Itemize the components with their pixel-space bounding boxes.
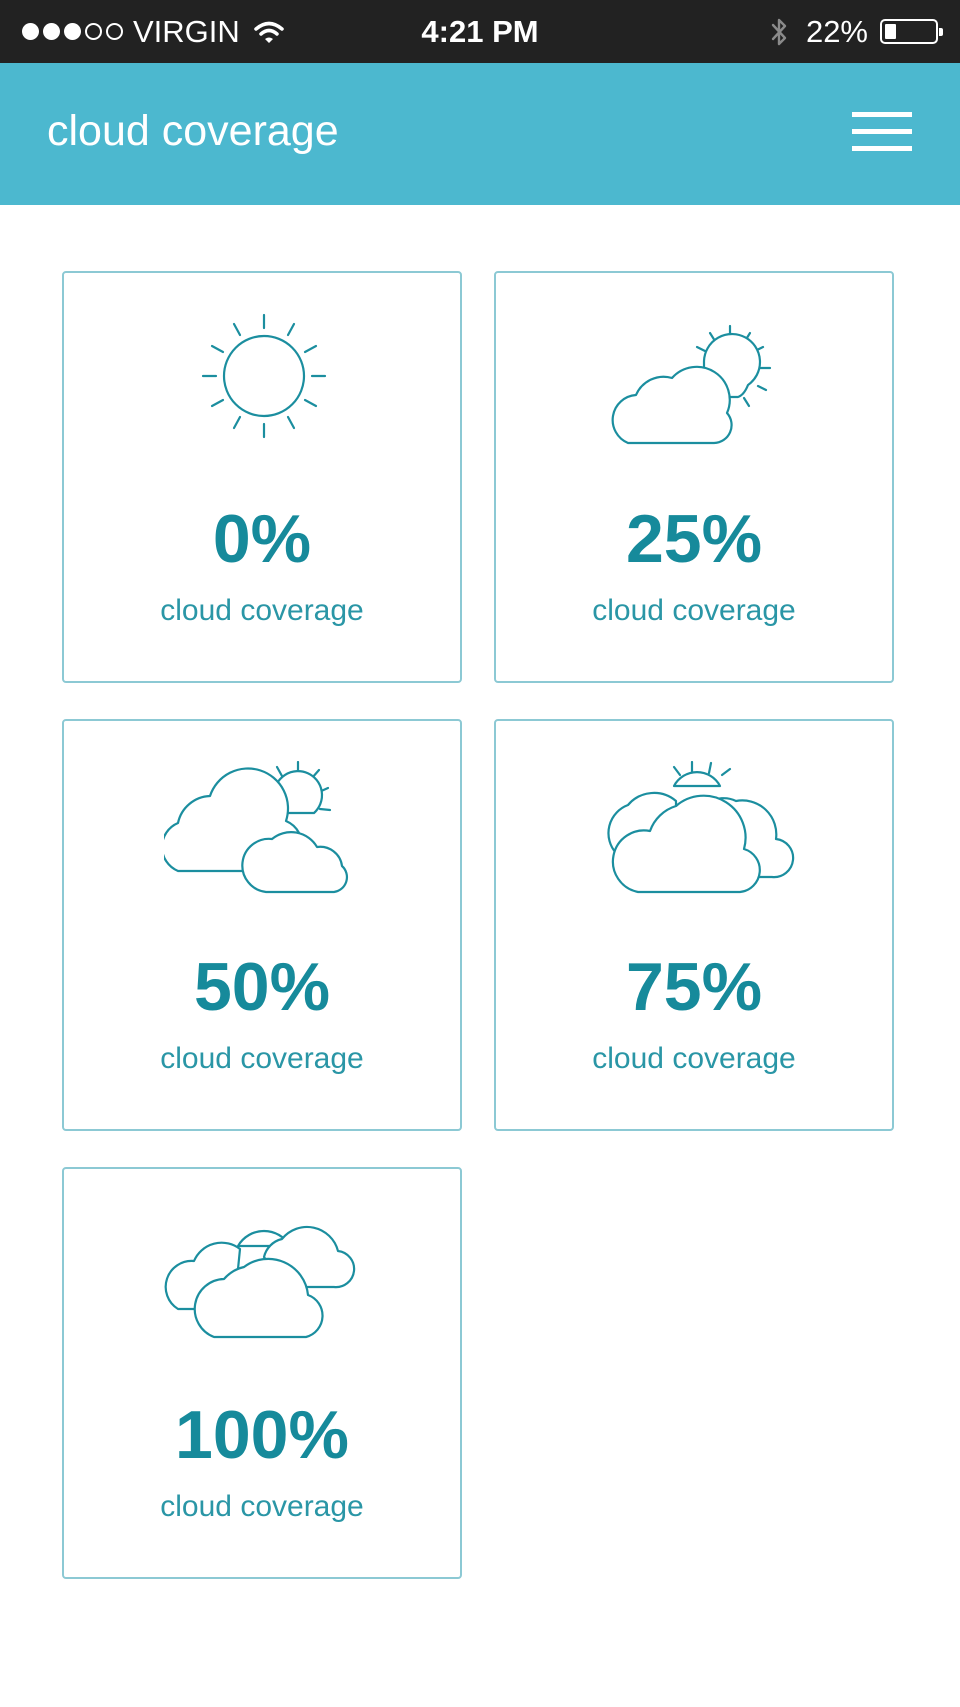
coverage-value: 50% — [193, 949, 331, 1025]
coverage-label: cloud coverage — [160, 594, 364, 627]
coverage-label: cloud coverage — [592, 1042, 796, 1075]
sun-icon — [201, 313, 327, 439]
coverage-label: cloud coverage — [160, 1490, 364, 1523]
page-title: cloud coverage — [47, 107, 339, 155]
coverage-card-100[interactable]: 100% cloud coverage — [62, 1167, 462, 1579]
battery-fill — [885, 24, 896, 39]
status-bar: VIRGIN 4:21 PM 22% — [0, 0, 960, 63]
overcast-clouds-icon — [164, 1225, 356, 1339]
coverage-label: cloud coverage — [592, 594, 796, 627]
coverage-value: 100% — [175, 1397, 349, 1473]
mostly-cloudy-icon — [607, 761, 795, 894]
battery-percent: 22% — [805, 13, 868, 49]
status-right: 22% — [770, 0, 943, 63]
coverage-card-0[interactable]: 0% cloud coverage — [62, 271, 462, 683]
sun-behind-two-clouds-icon — [164, 761, 349, 894]
hamburger-menu-icon[interactable] — [852, 112, 912, 152]
coverage-label: cloud coverage — [160, 1042, 364, 1075]
partly-sunny-icon — [611, 324, 772, 445]
coverage-card-25[interactable]: 25% cloud coverage — [494, 271, 894, 683]
app-header: cloud coverage — [0, 63, 960, 205]
coverage-value: 0% — [212, 501, 312, 577]
coverage-value: 25% — [625, 501, 763, 577]
coverage-card-50[interactable]: 50% cloud coverage — [62, 719, 462, 1131]
coverage-card-75[interactable]: 75% cloud coverage — [494, 719, 894, 1131]
bluetooth-icon — [771, 18, 787, 45]
coverage-value: 75% — [625, 949, 763, 1025]
battery-icon — [880, 19, 943, 44]
